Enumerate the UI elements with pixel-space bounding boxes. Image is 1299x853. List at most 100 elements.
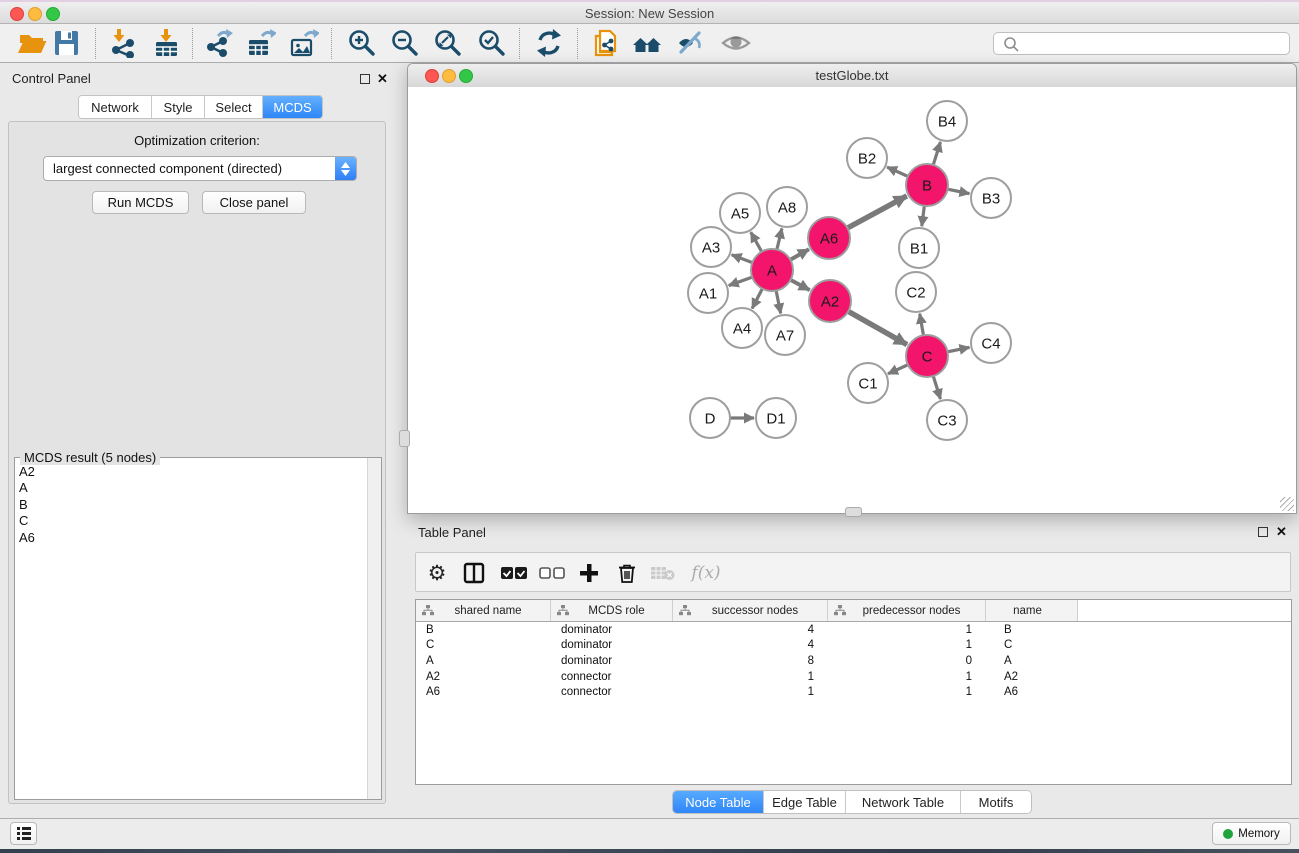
node-A[interactable]: A xyxy=(751,249,793,291)
edge-A-A7[interactable] xyxy=(776,291,781,314)
node-B[interactable]: B xyxy=(906,164,948,206)
node-A8[interactable]: A8 xyxy=(767,187,807,227)
node-C[interactable]: C xyxy=(906,335,948,377)
node-A6[interactable]: A6 xyxy=(808,217,850,259)
column-header-MCDS-role[interactable]: MCDS role xyxy=(551,600,673,621)
mcds-result-item[interactable]: A6 xyxy=(19,530,368,546)
mcds-result-list[interactable]: A2ABCA6 xyxy=(15,458,368,799)
network-window-titlebar[interactable]: testGlobe.txt xyxy=(408,64,1296,88)
function-builder-icon[interactable]: f(x) xyxy=(688,553,724,593)
zoom-in-icon[interactable] xyxy=(347,28,377,58)
home-icon[interactable] xyxy=(632,28,662,58)
table-row[interactable]: Adominator80A xyxy=(416,653,1291,669)
import-network-icon[interactable] xyxy=(108,28,138,58)
node-C4[interactable]: C4 xyxy=(971,323,1011,363)
close-panel-icon[interactable]: ✕ xyxy=(377,73,388,85)
import-table-icon[interactable] xyxy=(151,28,181,58)
mcds-result-item[interactable]: C xyxy=(19,513,368,529)
run-mcds-button[interactable]: Run MCDS xyxy=(92,191,189,214)
node-B1[interactable]: B1 xyxy=(899,228,939,268)
node-B4[interactable]: B4 xyxy=(927,101,967,141)
node-C1[interactable]: C1 xyxy=(848,363,888,403)
edge-A-A1[interactable] xyxy=(729,277,753,285)
tab-network[interactable]: Network xyxy=(79,96,152,118)
float-table-panel-icon[interactable] xyxy=(1258,527,1268,537)
task-history-button[interactable] xyxy=(10,822,37,845)
table-row[interactable]: Cdominator41C xyxy=(416,638,1291,654)
network-canvas[interactable]: AA1A2A3A4A5A6A7A8BB1B2B3B4CC1C2C3C4DD1 xyxy=(408,87,1296,513)
edge-B-B4[interactable] xyxy=(933,142,940,165)
tab-select[interactable]: Select xyxy=(205,96,263,118)
edge-A2-C[interactable] xyxy=(848,311,907,344)
edge-A-A8[interactable] xyxy=(777,228,782,249)
node-C2[interactable]: C2 xyxy=(896,272,936,312)
export-table-icon[interactable] xyxy=(246,28,276,58)
optimization-criterion-dropdown[interactable]: largest connected component (directed) xyxy=(43,156,357,181)
mcds-result-item[interactable]: B xyxy=(19,497,368,513)
float-panel-icon[interactable] xyxy=(360,74,370,84)
node-A4[interactable]: A4 xyxy=(722,308,762,348)
edge-C-C3[interactable] xyxy=(933,376,940,399)
tab-network-table[interactable]: Network Table xyxy=(846,791,961,813)
edge-A-A6[interactable] xyxy=(790,249,809,259)
tab-style[interactable]: Style xyxy=(152,96,205,118)
column-header-predecessor-nodes[interactable]: predecessor nodes xyxy=(828,600,986,621)
node-D[interactable]: D xyxy=(690,398,730,438)
tab-mcds[interactable]: MCDS xyxy=(263,96,322,118)
mcds-result-item[interactable]: A2 xyxy=(19,464,368,480)
tab-edge-table[interactable]: Edge Table xyxy=(764,791,846,813)
save-session-icon[interactable] xyxy=(51,28,81,58)
clone-network-icon[interactable] xyxy=(591,28,621,58)
node-B2[interactable]: B2 xyxy=(847,138,887,178)
export-network-icon[interactable] xyxy=(204,28,234,58)
show-hidden-icon[interactable] xyxy=(721,28,751,58)
resize-grip-icon[interactable] xyxy=(1280,497,1294,511)
horizontal-splitter-handle[interactable] xyxy=(845,507,862,517)
node-D1[interactable]: D1 xyxy=(756,398,796,438)
export-image-icon[interactable] xyxy=(289,28,319,58)
edge-C-C2[interactable] xyxy=(920,314,924,336)
node-A3[interactable]: A3 xyxy=(691,227,731,267)
edge-C-C1[interactable] xyxy=(888,365,908,374)
search-input[interactable] xyxy=(1022,37,1289,51)
table-row[interactable]: A6connector11A6 xyxy=(416,685,1291,701)
tab-motifs[interactable]: Motifs xyxy=(961,791,1031,813)
add-column-icon[interactable] xyxy=(576,553,602,593)
open-session-icon[interactable] xyxy=(17,28,47,58)
zoom-selected-icon[interactable] xyxy=(477,28,507,58)
node-B3[interactable]: B3 xyxy=(971,178,1011,218)
edge-A6-B[interactable] xyxy=(847,196,906,228)
edge-A-A5[interactable] xyxy=(751,232,762,252)
node-A7[interactable]: A7 xyxy=(765,315,805,355)
column-layout-icon[interactable] xyxy=(461,553,487,593)
deselect-all-columns-icon[interactable] xyxy=(538,553,566,593)
memory-button[interactable]: Memory xyxy=(1212,822,1291,845)
zoom-out-icon[interactable] xyxy=(390,28,420,58)
close-table-panel-icon[interactable]: ✕ xyxy=(1276,526,1287,538)
column-header-name[interactable]: name xyxy=(986,600,1078,621)
column-header-shared-name[interactable]: shared name xyxy=(416,600,551,621)
edge-A-A4[interactable] xyxy=(752,289,762,309)
vertical-splitter-handle[interactable] xyxy=(399,430,410,447)
settings-icon[interactable]: ⚙ xyxy=(424,553,450,593)
node-A2[interactable]: A2 xyxy=(809,280,851,322)
hide-selected-icon[interactable] xyxy=(675,28,705,58)
node-A1[interactable]: A1 xyxy=(688,273,728,313)
search-field[interactable] xyxy=(993,32,1290,55)
edge-B-B2[interactable] xyxy=(887,167,908,176)
edge-A-A3[interactable] xyxy=(732,255,753,263)
edge-B-B3[interactable] xyxy=(948,189,970,193)
tab-node-table[interactable]: Node Table xyxy=(673,791,764,813)
zoom-fit-icon[interactable] xyxy=(433,28,463,58)
table-row[interactable]: Bdominator41B xyxy=(416,622,1291,638)
edge-A-A2[interactable] xyxy=(791,280,810,290)
select-all-columns-icon[interactable] xyxy=(500,553,528,593)
mcds-result-item[interactable]: A xyxy=(19,480,368,496)
table-row[interactable]: A2connector11A2 xyxy=(416,669,1291,685)
node-A5[interactable]: A5 xyxy=(720,193,760,233)
edge-C-C4[interactable] xyxy=(948,347,970,351)
edge-B-B1[interactable] xyxy=(922,206,925,226)
apply-layout-icon[interactable] xyxy=(534,28,564,58)
close-panel-button[interactable]: Close panel xyxy=(202,191,306,214)
mcds-result-scrollbar[interactable] xyxy=(367,458,381,799)
